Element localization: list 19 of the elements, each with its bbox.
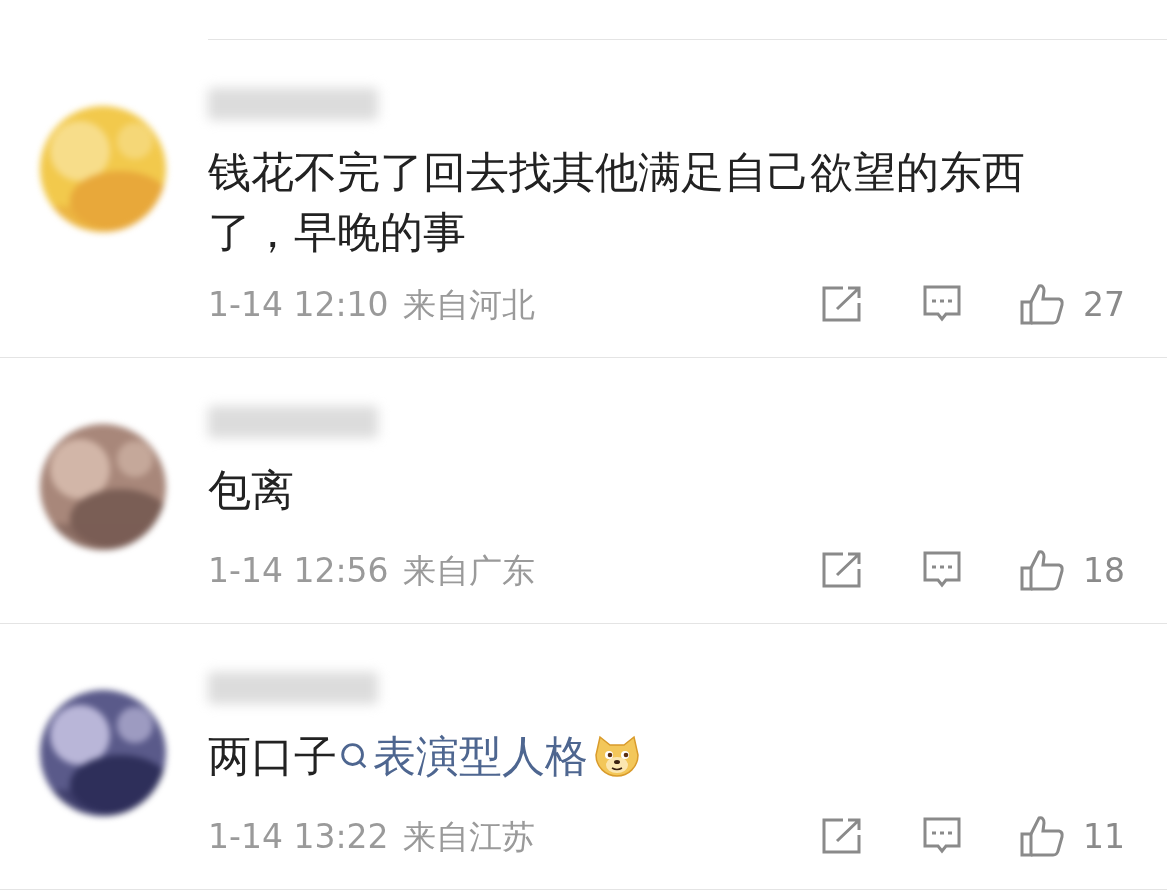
share-icon[interactable]	[821, 817, 863, 856]
like-button[interactable]: 18	[1019, 545, 1125, 595]
comment-location: 来自广东	[402, 549, 535, 592]
like-button[interactable]: 27	[1019, 279, 1125, 329]
comment-time: 1-14 12:56	[208, 549, 389, 592]
share-icon[interactable]	[821, 551, 863, 590]
comment-text: 包离	[208, 464, 295, 517]
comment-time: 1-14 12:10	[208, 283, 389, 326]
topic-link[interactable]: 表演型人格	[337, 726, 588, 786]
thumbs-up-icon	[1019, 814, 1065, 859]
thumbs-up-icon	[1019, 548, 1065, 593]
comment-location: 来自河北	[402, 283, 535, 326]
like-button[interactable]: 11	[1019, 811, 1125, 861]
comment-text: 钱花不完了回去找其他满足自己欲望的东西了，早晚的事	[208, 146, 1026, 259]
share-icon[interactable]	[821, 285, 863, 324]
comment-time: 1-14 13:22	[208, 815, 389, 858]
comment-text: 两口子	[208, 730, 337, 783]
thumbs-up-icon	[1019, 282, 1065, 327]
comment-location: 来自江苏	[402, 815, 535, 858]
